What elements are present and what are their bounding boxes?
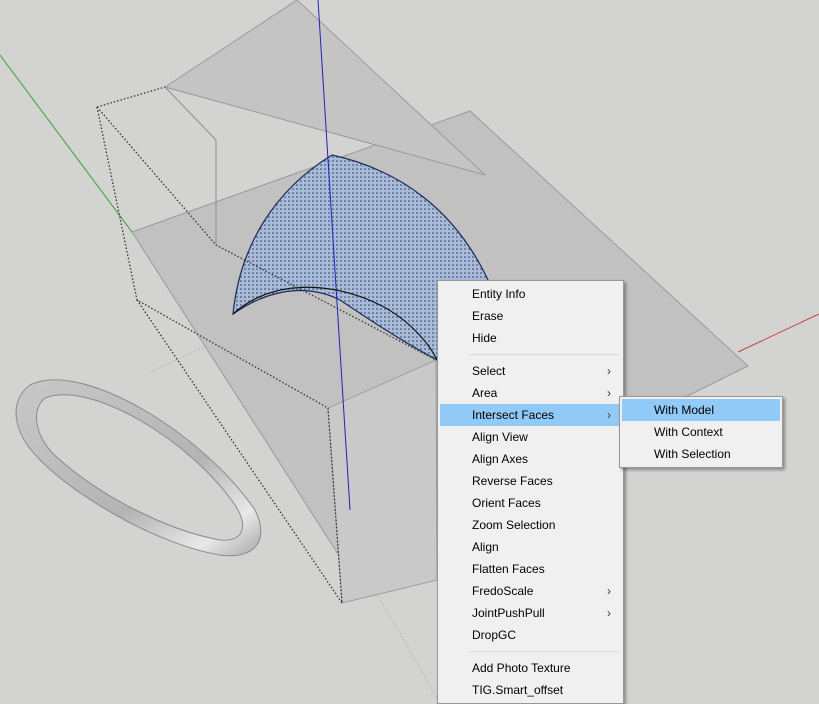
menu-item-fredoscale[interactable]: FredoScale › <box>440 580 621 602</box>
menu-item-label: Select <box>472 364 506 378</box>
chevron-right-icon: › <box>607 386 611 400</box>
chevron-right-icon: › <box>607 606 611 620</box>
menu-item-label: Flatten Faces <box>472 562 545 576</box>
menu-item-intersect-faces[interactable]: Intersect Faces › <box>440 404 621 426</box>
ring-object[interactable] <box>15 379 262 557</box>
menu-item-add-photo-texture[interactable]: Add Photo Texture <box>440 657 621 679</box>
menu-item-align-view[interactable]: Align View <box>440 426 621 448</box>
menu-item-reverse-faces[interactable]: Reverse Faces <box>440 470 621 492</box>
red-axis <box>737 313 819 353</box>
chevron-right-icon: › <box>607 408 611 422</box>
submenu-item-with-model[interactable]: With Model <box>622 399 780 421</box>
menu-item-entity-info[interactable]: Entity Info <box>440 283 621 305</box>
menu-item-select[interactable]: Select › <box>440 360 621 382</box>
menu-item-dropgc[interactable]: DropGC <box>440 624 621 646</box>
menu-item-label: FredoScale <box>472 584 534 598</box>
menu-item-label: Intersect Faces <box>472 408 555 422</box>
menu-separator <box>470 651 619 652</box>
menu-item-label: Align <box>472 540 499 554</box>
menu-item-align[interactable]: Align <box>440 536 621 558</box>
menu-item-label: Reverse Faces <box>472 474 553 488</box>
context-menu: Entity Info Erase Hide Select › Area › Intersec… <box>437 280 624 704</box>
menu-separator <box>470 354 619 355</box>
intersect-faces-submenu: With Model With Context With Selection <box>619 396 783 468</box>
submenu-item-label: With Model <box>654 403 715 417</box>
menu-item-label: Orient Faces <box>472 496 541 510</box>
menu-item-label: Area <box>472 386 498 400</box>
menu-item-label: Align View <box>472 430 528 444</box>
chevron-right-icon: › <box>607 584 611 598</box>
submenu-item-label: With Context <box>654 425 723 439</box>
submenu-item-with-context[interactable]: With Context <box>622 421 780 443</box>
menu-item-label: JointPushPull <box>472 606 545 620</box>
menu-item-jointpushpull[interactable]: JointPushPull › <box>440 602 621 624</box>
model-viewport[interactable] <box>0 0 819 703</box>
menu-item-label: Entity Info <box>472 287 526 301</box>
chevron-right-icon: › <box>607 364 611 378</box>
menu-item-hide[interactable]: Hide <box>440 327 621 349</box>
menu-item-label: Align Axes <box>472 452 529 466</box>
menu-item-label: Hide <box>472 331 497 345</box>
submenu-item-label: With Selection <box>654 447 731 461</box>
menu-item-orient-faces[interactable]: Orient Faces <box>440 492 621 514</box>
menu-item-tig-smart-offset[interactable]: TIG.Smart_offset <box>440 679 621 701</box>
menu-item-zoom-selection[interactable]: Zoom Selection <box>440 514 621 536</box>
submenu-item-with-selection[interactable]: With Selection <box>622 443 780 465</box>
green-axis <box>0 54 133 233</box>
menu-item-label: Erase <box>472 309 504 323</box>
menu-item-label: Zoom Selection <box>472 518 556 532</box>
menu-item-align-axes[interactable]: Align Axes <box>440 448 621 470</box>
menu-item-flatten-faces[interactable]: Flatten Faces <box>440 558 621 580</box>
top-triangle-face[interactable] <box>163 0 486 176</box>
menu-item-label: Add Photo Texture <box>472 661 571 675</box>
menu-item-label: DropGC <box>472 628 517 642</box>
menu-item-erase[interactable]: Erase <box>440 305 621 327</box>
menu-item-area[interactable]: Area › <box>440 382 621 404</box>
menu-item-label: TIG.Smart_offset <box>472 683 564 697</box>
